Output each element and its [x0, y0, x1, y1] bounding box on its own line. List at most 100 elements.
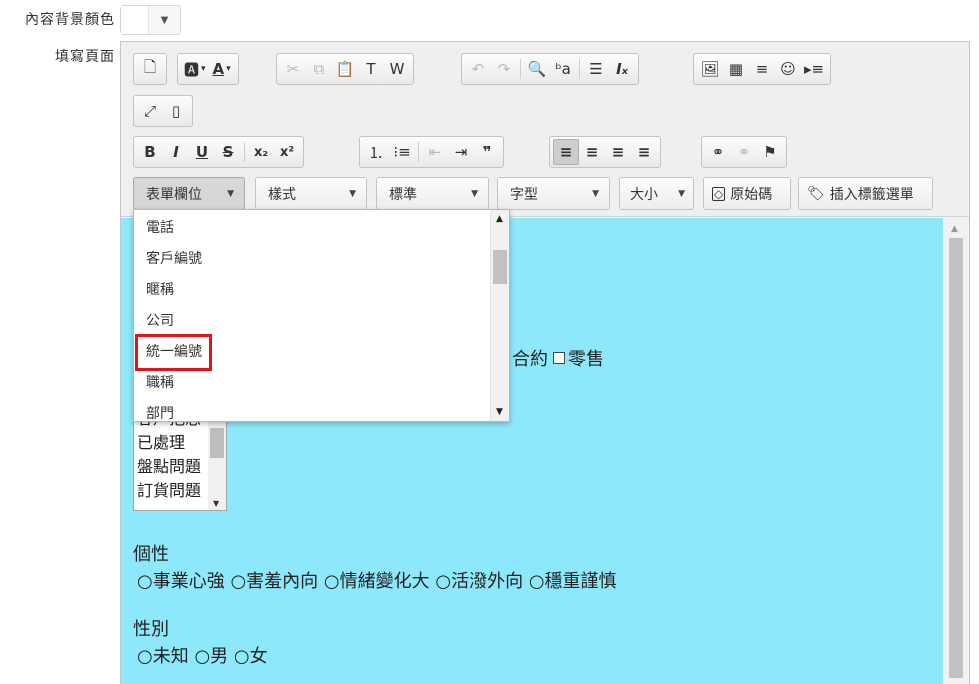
radio-label: 女 — [249, 646, 268, 667]
separator — [579, 59, 580, 79]
numbered-list-icon[interactable]: ⒈ — [363, 139, 389, 165]
horizontal-line-icon[interactable]: ≡ — [749, 56, 775, 82]
listbox-scrollbar[interactable]: ▲ ▼ — [208, 414, 226, 510]
separator — [418, 142, 419, 162]
underline-icon[interactable]: U — [189, 139, 215, 165]
color-swatch[interactable] — [121, 6, 149, 34]
background-color-icon[interactable]: 🅰 ▾ — [181, 56, 209, 82]
toolbar-group-align: ≡ ≡ ≡ ≡ — [549, 136, 661, 168]
chevron-down-icon: ▼ — [592, 188, 599, 199]
highlight-box — [135, 334, 212, 371]
style-combo[interactable]: 樣式 ▼ — [255, 177, 367, 210]
image-icon[interactable]: 🖼 — [697, 56, 723, 82]
radio-label: 活潑外向 — [451, 571, 524, 592]
format-combo[interactable]: 標準 ▼ — [376, 177, 489, 210]
dropdown-scrollbar[interactable]: ▲ ▼ — [490, 210, 509, 421]
scrollbar-thumb[interactable] — [493, 250, 507, 284]
dropdown-item[interactable]: 電話 — [134, 213, 489, 244]
cut-icon[interactable]: ✂ — [280, 56, 306, 82]
superscript-icon[interactable]: x² — [274, 139, 300, 165]
font-combo[interactable]: 字型 ▼ — [497, 177, 610, 210]
unlink-icon[interactable]: ⚭ — [731, 139, 757, 165]
dropdown-item[interactable]: 職稱 — [134, 368, 489, 399]
scroll-up-icon[interactable]: ▲ — [951, 224, 958, 234]
table-icon[interactable]: ▦ — [723, 56, 749, 82]
radio-button[interactable]: ○ — [324, 571, 340, 592]
blockquote-icon[interactable]: ❞ — [474, 139, 500, 165]
radio-button[interactable]: ○ — [529, 571, 545, 592]
find-icon[interactable]: 🔍 — [524, 56, 550, 82]
maximize-icon[interactable]: ⤢ — [137, 98, 163, 124]
dropdown-item[interactable]: 部門 — [134, 399, 489, 421]
checkbox-label: 零售 — [568, 349, 604, 370]
undo-icon[interactable]: ↶ — [465, 56, 491, 82]
text-color-icon[interactable]: A ▾ — [209, 56, 235, 82]
radio-label: 情緒變化大 — [339, 571, 430, 592]
source-button[interactable]: ◇ 原始碼 — [703, 177, 791, 210]
scrollbar-thumb[interactable] — [949, 238, 963, 678]
radio-button[interactable]: ○ — [230, 571, 246, 592]
toolbar-group-clipboard: ✂ ⧉ 📋 T W — [276, 53, 414, 85]
indent-icon[interactable]: ⇥ — [448, 139, 474, 165]
toolbar-group-basicstyles: B I U S x₂ x² — [133, 136, 304, 168]
scrollbar-thumb[interactable] — [210, 428, 224, 458]
checkbox-tail-text: 合約 — [512, 349, 548, 370]
align-left-icon[interactable]: ≡ — [553, 139, 579, 165]
anchor-icon[interactable]: ⚑ — [757, 139, 783, 165]
form-field-combo[interactable]: 表單欄位 ▼ — [133, 177, 245, 210]
content-scrollbar[interactable]: ▲ — [943, 218, 969, 684]
align-center-icon[interactable]: ≡ — [579, 139, 605, 165]
radio-label: 男 — [210, 646, 229, 667]
paste-text-icon[interactable]: T — [358, 56, 384, 82]
scroll-up-icon[interactable]: ▲ — [496, 214, 503, 224]
toolbar-group-tools: ⤢ ▯ — [133, 95, 193, 127]
smiley-icon[interactable]: ☺ — [775, 56, 801, 82]
checkbox[interactable] — [553, 352, 565, 364]
subscript-icon[interactable]: x₂ — [248, 139, 274, 165]
show-blocks-icon[interactable]: ▯ — [163, 98, 189, 124]
issue-listbox[interactable]: 客戶抱怨 已處理 盤點問題 訂貨問題 ▲ ▼ — [133, 409, 227, 511]
gender-label: 性別 — [133, 619, 169, 640]
strikethrough-icon[interactable]: S — [215, 139, 241, 165]
separator — [520, 59, 521, 79]
form-field-dropdown: 電話 客戶編號 暱稱 公司 統一編號 職稱 部門 ▲ ▼ — [133, 209, 510, 422]
copy-icon[interactable]: ⧉ — [306, 56, 332, 82]
toolbar-group-document: 🗋 — [133, 53, 167, 85]
radio-button[interactable]: ○ — [194, 646, 210, 667]
chevron-down-icon: ▼ — [678, 188, 685, 199]
scroll-down-icon[interactable]: ▼ — [213, 499, 219, 508]
replace-icon[interactable]: ᵇa — [550, 56, 576, 82]
outdent-icon[interactable]: ⇤ — [422, 139, 448, 165]
fill-page-label: 填寫頁面 — [55, 49, 115, 65]
page-break-icon[interactable]: ▸≡ — [801, 56, 827, 82]
dropdown-item[interactable]: 暱稱 — [134, 275, 489, 306]
dropdown-item[interactable]: 客戶編號 — [134, 244, 489, 275]
paste-word-icon[interactable]: W — [384, 56, 410, 82]
remove-format-icon[interactable]: Iₓ — [609, 56, 635, 82]
redo-icon[interactable]: ↷ — [491, 56, 517, 82]
paste-icon[interactable]: 📋 — [332, 56, 358, 82]
radio-button[interactable]: ○ — [234, 646, 250, 667]
scroll-down-icon[interactable]: ▼ — [496, 407, 503, 417]
italic-icon[interactable]: I — [163, 139, 189, 165]
preview-icon[interactable]: 🗋 — [137, 56, 163, 82]
bold-icon[interactable]: B — [137, 139, 163, 165]
content-bg-color-label: 內容背景顏色 — [25, 12, 115, 28]
align-right-icon[interactable]: ≡ — [605, 139, 631, 165]
chevron-down-icon[interactable]: ▼ — [148, 6, 180, 34]
size-combo[interactable]: 大小 ▼ — [619, 177, 694, 210]
gender-radio-group: ○未知 ○男 ○女 — [137, 642, 268, 668]
insert-tag-button-label: 插入標籤選單 — [829, 186, 914, 203]
bulleted-list-icon[interactable]: ⁝≡ — [389, 139, 415, 165]
bg-color-picker[interactable]: ▼ — [120, 5, 181, 35]
dropdown-item[interactable]: 公司 — [134, 306, 489, 337]
justify-icon[interactable]: ≡ — [631, 139, 657, 165]
link-icon[interactable]: ⚭ — [705, 139, 731, 165]
radio-button[interactable]: ○ — [435, 571, 451, 592]
radio-button[interactable]: ○ — [137, 646, 153, 667]
toolbar-group-insert: 🖼 ▦ ≡ ☺ ▸≡ — [693, 53, 832, 85]
toolbar-group-colors: 🅰 ▾ A ▾ — [177, 53, 239, 85]
select-all-icon[interactable]: ☰ — [583, 56, 609, 82]
radio-button[interactable]: ○ — [137, 571, 153, 592]
insert-tag-menu-button[interactable]: 🏷 插入標籤選單 — [798, 177, 933, 210]
